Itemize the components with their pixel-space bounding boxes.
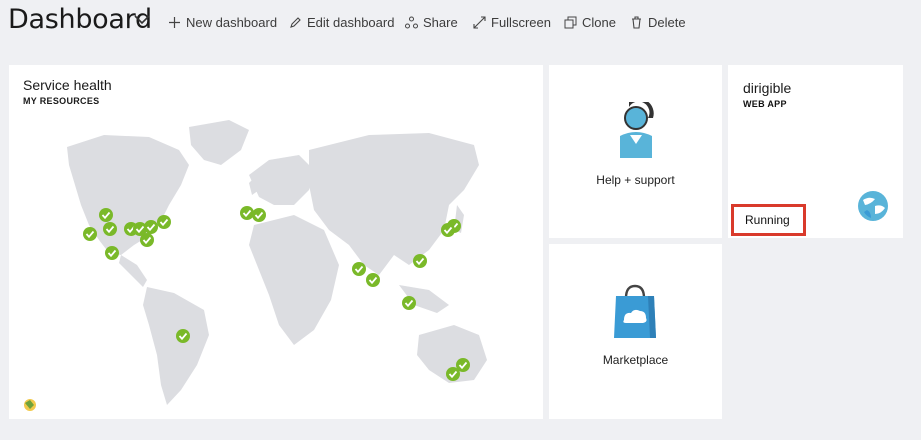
pencil-icon xyxy=(290,16,301,28)
delete-label: Delete xyxy=(648,14,686,30)
web-app-name: dirigible xyxy=(743,80,792,96)
green-check-icon[interactable] xyxy=(102,221,118,237)
green-check-icon[interactable] xyxy=(239,205,255,221)
marketplace-bag-icon xyxy=(614,284,656,338)
green-check-icon[interactable] xyxy=(440,222,456,238)
help-support-tile[interactable]: Help + support xyxy=(549,65,722,238)
clone-icon xyxy=(564,16,577,28)
green-check-icon[interactable] xyxy=(143,219,159,235)
green-check-icon[interactable] xyxy=(175,328,191,344)
trash-icon xyxy=(632,15,641,29)
help-support-icon xyxy=(620,102,654,158)
fullscreen-button[interactable]: Fullscreen xyxy=(473,12,551,32)
new-dashboard-button[interactable]: New dashboard xyxy=(168,12,277,32)
service-health-tile[interactable]: Service health MY RESOURCES xyxy=(9,65,543,419)
share-label: Share xyxy=(423,14,458,30)
page-title: Dashboard xyxy=(8,4,152,35)
chevron-down-icon[interactable] xyxy=(133,12,151,26)
share-button[interactable]: Share xyxy=(405,12,458,32)
web-app-status: Running xyxy=(745,213,790,227)
web-app-type: WEB APP xyxy=(743,99,787,109)
green-check-icon[interactable] xyxy=(445,366,461,382)
fullscreen-icon xyxy=(473,15,486,29)
fullscreen-label: Fullscreen xyxy=(491,14,551,30)
globe-legend-icon xyxy=(24,399,36,411)
green-check-icon[interactable] xyxy=(156,214,172,230)
green-check-icon[interactable] xyxy=(351,261,367,277)
web-app-tile[interactable]: dirigible WEB APP Running xyxy=(728,65,903,238)
edit-dashboard-button[interactable]: Edit dashboard xyxy=(289,12,394,32)
green-check-icon[interactable] xyxy=(412,253,428,269)
web-app-globe-icon xyxy=(858,191,888,221)
marketplace-label: Marketplace xyxy=(602,353,669,367)
clone-label: Clone xyxy=(582,14,616,30)
green-check-icon[interactable] xyxy=(251,207,267,223)
delete-button[interactable]: Delete xyxy=(630,12,686,32)
plus-icon xyxy=(169,16,180,28)
status-highlight: Running xyxy=(731,204,806,236)
green-check-icon[interactable] xyxy=(82,226,98,242)
green-check-icon[interactable] xyxy=(104,245,120,261)
edit-dashboard-label: Edit dashboard xyxy=(307,14,395,30)
new-dashboard-label: New dashboard xyxy=(186,14,278,30)
region-markers xyxy=(24,205,471,411)
dashboard-header: Dashboard New dashboard Edit dashboard S… xyxy=(0,0,921,44)
help-support-label: Help + support xyxy=(596,173,675,187)
clone-button[interactable]: Clone xyxy=(564,12,616,32)
green-check-icon[interactable] xyxy=(401,295,417,311)
green-check-icon[interactable] xyxy=(98,207,114,223)
green-check-icon[interactable] xyxy=(139,232,155,248)
green-check-icon[interactable] xyxy=(365,272,381,288)
marketplace-tile[interactable]: Marketplace xyxy=(549,244,722,419)
share-icon xyxy=(405,16,418,28)
